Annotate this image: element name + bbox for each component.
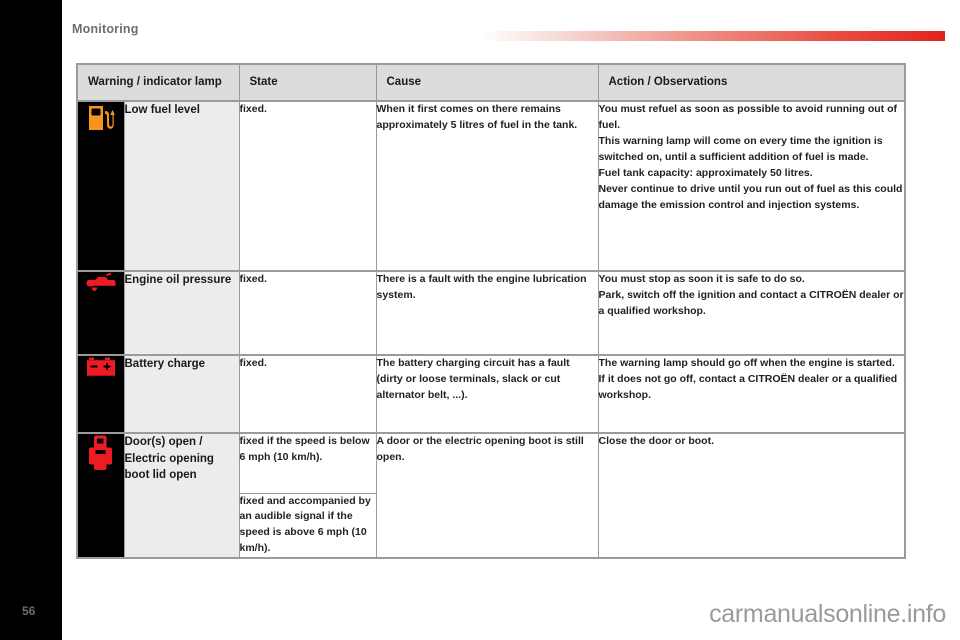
warning-lamp-table: Warning / indicator lamp State Cause Act… <box>76 63 906 560</box>
lamp-cause: A door or the electric opening boot is s… <box>375 431 599 559</box>
page-number: 56 <box>22 604 36 618</box>
oil-can-icon <box>78 272 124 292</box>
lamp-name: Engine oil pressure <box>123 270 240 356</box>
watermark: carmanualsonline.info <box>709 600 946 628</box>
lamp-cause: When it first comes on there remains app… <box>375 100 599 272</box>
lamp-state-primary: fixed if the speed is below 6 mph (10 km… <box>238 432 377 494</box>
column-header-cause: Cause <box>375 63 599 102</box>
table-row: Battery charge fixed. The battery chargi… <box>76 354 906 434</box>
column-header-warning-lamp: Warning / indicator lamp <box>76 63 240 102</box>
left-black-strip <box>0 0 62 640</box>
column-header-action: Action / Observations <box>597 63 906 102</box>
lamp-icon-cell <box>76 270 125 356</box>
page-header: Monitoring <box>0 0 960 50</box>
lamp-action: The warning lamp should go off when the … <box>597 354 906 434</box>
lamp-name: Low fuel level <box>123 100 240 272</box>
table-row: Door(s) open / Electric opening boot lid… <box>76 431 906 559</box>
section-title: Monitoring <box>72 22 139 36</box>
lamp-action: You must refuel as soon as possible to a… <box>597 100 906 272</box>
fuel-pump-icon <box>78 102 124 134</box>
lamp-state: fixed. <box>238 270 377 356</box>
lamp-cause: The battery charging circuit has a fault… <box>375 354 599 434</box>
table-row: Low fuel level fixed. When it first come… <box>76 100 906 272</box>
lamp-action: You must stop as soon it is safe to do s… <box>597 270 906 356</box>
table-header-row: Warning / indicator lamp State Cause Act… <box>76 63 906 102</box>
lamp-state: fixed. <box>238 354 377 434</box>
table-row: Engine oil pressure fixed. There is a fa… <box>76 270 906 356</box>
header-gradient-rule <box>480 31 945 41</box>
lamp-action: Close the door or boot. <box>597 431 906 559</box>
lamp-icon-cell <box>76 354 125 434</box>
lamp-icon-cell <box>76 431 125 559</box>
lamp-icon-cell <box>76 100 125 272</box>
lamp-state-secondary: fixed and accompanied by an audible sign… <box>238 492 377 559</box>
lamp-name: Door(s) open / Electric opening boot lid… <box>123 431 240 559</box>
lamp-cause: There is a fault with the engine lubrica… <box>375 270 599 356</box>
battery-icon <box>78 356 124 378</box>
door-open-icon <box>78 434 124 472</box>
column-header-state: State <box>238 63 377 102</box>
lamp-state: fixed. <box>238 100 377 272</box>
lamp-name: Battery charge <box>123 354 240 434</box>
